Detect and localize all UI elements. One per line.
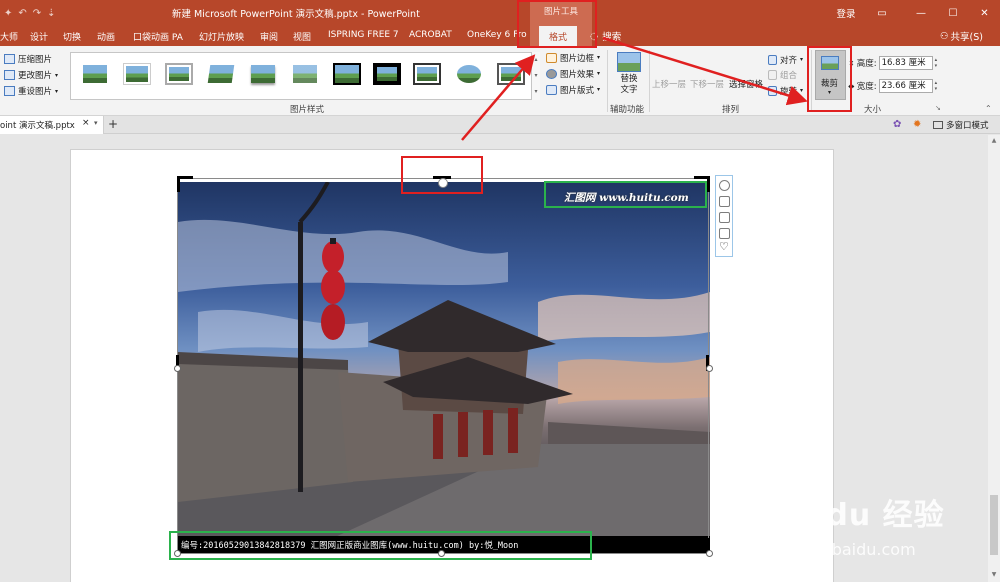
baidu-jingyan-logo: Baidu 经验 bbox=[770, 498, 945, 533]
arrow-handle-to-format bbox=[461, 54, 536, 141]
baidu-jingyan-url: jingyan.baidu.com bbox=[768, 540, 916, 559]
arrow-format-to-crop bbox=[602, 36, 808, 106]
powerpoint-window: ✦ ↶ ↷ ⇣ 新建 Microsoft PowerPoint 演示文稿.ppt… bbox=[0, 0, 1000, 582]
